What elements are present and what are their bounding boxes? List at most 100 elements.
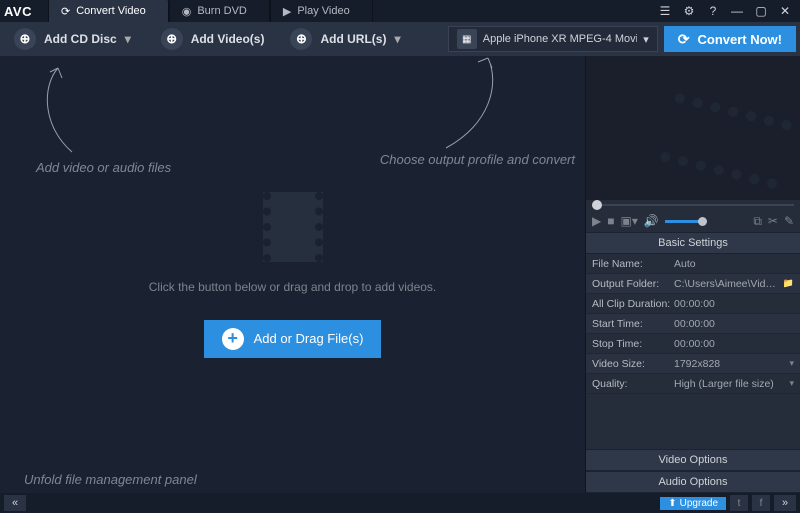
title-bar: AVC ⟳ Convert Video ◉ Burn DVD ▶ Play Vi… <box>0 0 800 22</box>
menu-icon[interactable]: ☰ <box>656 2 674 20</box>
stop-icon[interactable]: ■ <box>607 214 614 228</box>
annotation-output-profile: Choose output profile and convert <box>380 152 575 167</box>
disc-plus-icon: ⊕ <box>14 28 36 50</box>
maximize-icon[interactable]: ▢ <box>752 2 770 20</box>
tab-play-video[interactable]: ▶ Play Video <box>270 0 373 22</box>
film-plus-icon: ⊕ <box>161 28 183 50</box>
chevron-down-icon[interactable]: ▾ <box>394 32 404 46</box>
tab-label: Convert Video <box>76 5 146 17</box>
upgrade-button[interactable]: ⬆ Upgrade <box>660 497 726 510</box>
play-icon: ▶ <box>283 5 291 18</box>
panel-collapse-button[interactable]: « <box>4 495 26 511</box>
annotation-text: Unfold file management panel <box>24 472 197 487</box>
output-profile-select[interactable]: ▦ Apple iPhone XR MPEG-4 Movie (*.m… ▾ <box>448 26 658 52</box>
chevron-down-icon: ▾ <box>643 33 649 46</box>
settings-row[interactable]: File Name:Auto <box>586 254 800 274</box>
edit-icon[interactable]: ✎ <box>784 214 794 228</box>
settings-value[interactable]: 00:00:00 <box>674 318 794 330</box>
plus-icon: + <box>222 328 244 350</box>
annotation-text: Add video or audio files <box>36 160 171 175</box>
add-or-drag-files-button[interactable]: + Add or Drag File(s) <box>204 320 382 358</box>
stage: Add video or audio files Choose output p… <box>0 56 586 493</box>
button-label: Convert Now! <box>698 32 783 47</box>
settings-row[interactable]: Stop Time:00:00:00 <box>586 334 800 354</box>
help-icon[interactable]: ? <box>704 2 722 20</box>
settings-value[interactable]: 1792x828▾ <box>674 358 794 370</box>
settings-row[interactable]: Output Folder:C:\Users\Aimee\Videos…📁 <box>586 274 800 294</box>
settings-label: Start Time: <box>592 318 674 330</box>
add-cd-disc-button[interactable]: ⊕ Add CD Disc ▾ <box>4 26 145 52</box>
button-label: Add Video(s) <box>191 32 265 46</box>
tab-burn-dvd[interactable]: ◉ Burn DVD <box>169 0 270 22</box>
player-controls: ▶ ■ ▣▾ 🔊 ⧉ ✂ ✎ <box>586 210 800 232</box>
stage-hint: Click the button below or drag and drop … <box>149 280 437 294</box>
settings-row[interactable]: All Clip Duration:00:00:00 <box>586 294 800 314</box>
add-urls-button[interactable]: ⊕ Add URL(s) ▾ <box>280 26 414 52</box>
settings-label: Quality: <box>592 378 674 390</box>
settings-value[interactable]: Auto <box>674 258 794 270</box>
disc-icon: ◉ <box>182 5 192 18</box>
arrow-up-icon: ⬆ <box>668 498 676 509</box>
gear-icon[interactable]: ⚙ <box>680 2 698 20</box>
annotation-unfold-panel: Unfold file management panel <box>24 472 197 487</box>
audio-options-header[interactable]: Audio Options <box>586 471 800 493</box>
volume-icon[interactable]: 🔊 <box>644 214 659 228</box>
refresh-icon: ⟳ <box>678 31 690 48</box>
convert-now-button[interactable]: ⟳ Convert Now! <box>664 26 796 52</box>
settings-label: Output Folder: <box>592 278 674 290</box>
play-icon[interactable]: ▶ <box>592 214 601 228</box>
snapshot-icon[interactable]: ▣▾ <box>620 214 637 228</box>
basic-settings: File Name:AutoOutput Folder:C:\Users\Aim… <box>586 254 800 394</box>
settings-value[interactable]: 00:00:00 <box>674 298 794 310</box>
settings-row[interactable]: Quality:High (Larger file size)▾ <box>586 374 800 394</box>
settings-value[interactable]: C:\Users\Aimee\Videos…📁 <box>674 278 794 290</box>
settings-row[interactable]: Video Size:1792x828▾ <box>586 354 800 374</box>
refresh-icon: ⟳ <box>61 5 70 18</box>
button-label: Add CD Disc <box>44 32 117 46</box>
tab-label: Burn DVD <box>197 5 247 17</box>
settings-value[interactable]: 00:00:00 <box>674 338 794 350</box>
add-videos-button[interactable]: ⊕ Add Video(s) <box>151 26 275 52</box>
facebook-icon[interactable]: f <box>752 495 770 511</box>
status-bar: « ⬆ Upgrade t f » <box>0 493 800 513</box>
folder-icon[interactable]: 📁 <box>783 278 794 289</box>
twitter-icon[interactable]: t <box>730 495 748 511</box>
button-label: Upgrade <box>680 498 718 509</box>
chevron-down-icon[interactable]: ▾ <box>125 32 135 46</box>
button-label: Add URL(s) <box>320 32 386 46</box>
settings-label: Stop Time: <box>592 338 674 350</box>
minimize-icon[interactable]: — <box>728 2 746 20</box>
annotation-add-files: Add video or audio files <box>36 160 171 175</box>
close-icon[interactable]: ✕ <box>776 2 794 20</box>
basic-settings-header[interactable]: Basic Settings <box>586 232 800 254</box>
settings-label: All Clip Duration: <box>592 298 674 310</box>
app-logo: AVC <box>0 4 48 19</box>
panel-expand-button[interactable]: » <box>774 495 796 511</box>
progress-bar[interactable] <box>586 200 800 210</box>
chevron-down-icon: ▾ <box>789 378 794 389</box>
progress-knob[interactable] <box>592 200 602 210</box>
device-icon: ▦ <box>457 29 477 49</box>
volume-slider[interactable] <box>665 220 703 223</box>
settings-row[interactable]: Start Time:00:00:00 <box>586 314 800 334</box>
side-panel: ▶ ■ ▣▾ 🔊 ⧉ ✂ ✎ Basic Settings File Name:… <box>586 56 800 493</box>
settings-value[interactable]: High (Larger file size)▾ <box>674 378 794 390</box>
film-roll-icon <box>659 93 792 190</box>
globe-plus-icon: ⊕ <box>290 28 312 50</box>
popout-icon[interactable]: ⧉ <box>753 214 762 229</box>
annotation-text: Choose output profile and convert <box>380 152 575 167</box>
chevron-down-icon: ▾ <box>789 358 794 369</box>
settings-label: File Name: <box>592 258 674 270</box>
settings-label: Video Size: <box>592 358 674 370</box>
film-placeholder-icon <box>263 192 323 262</box>
video-options-header[interactable]: Video Options <box>586 449 800 471</box>
tab-convert-video[interactable]: ⟳ Convert Video <box>48 0 169 22</box>
toolbar: ⊕ Add CD Disc ▾ ⊕ Add Video(s) ⊕ Add URL… <box>0 22 800 56</box>
tab-label: Play Video <box>297 5 349 17</box>
cut-icon[interactable]: ✂ <box>768 214 778 228</box>
preview-area <box>586 56 800 200</box>
main: Add video or audio files Choose output p… <box>0 56 800 493</box>
button-label: Add or Drag File(s) <box>254 331 364 346</box>
window-controls: ☰ ⚙ ? — ▢ ✕ <box>656 2 800 20</box>
tabs: ⟳ Convert Video ◉ Burn DVD ▶ Play Video <box>48 0 373 22</box>
